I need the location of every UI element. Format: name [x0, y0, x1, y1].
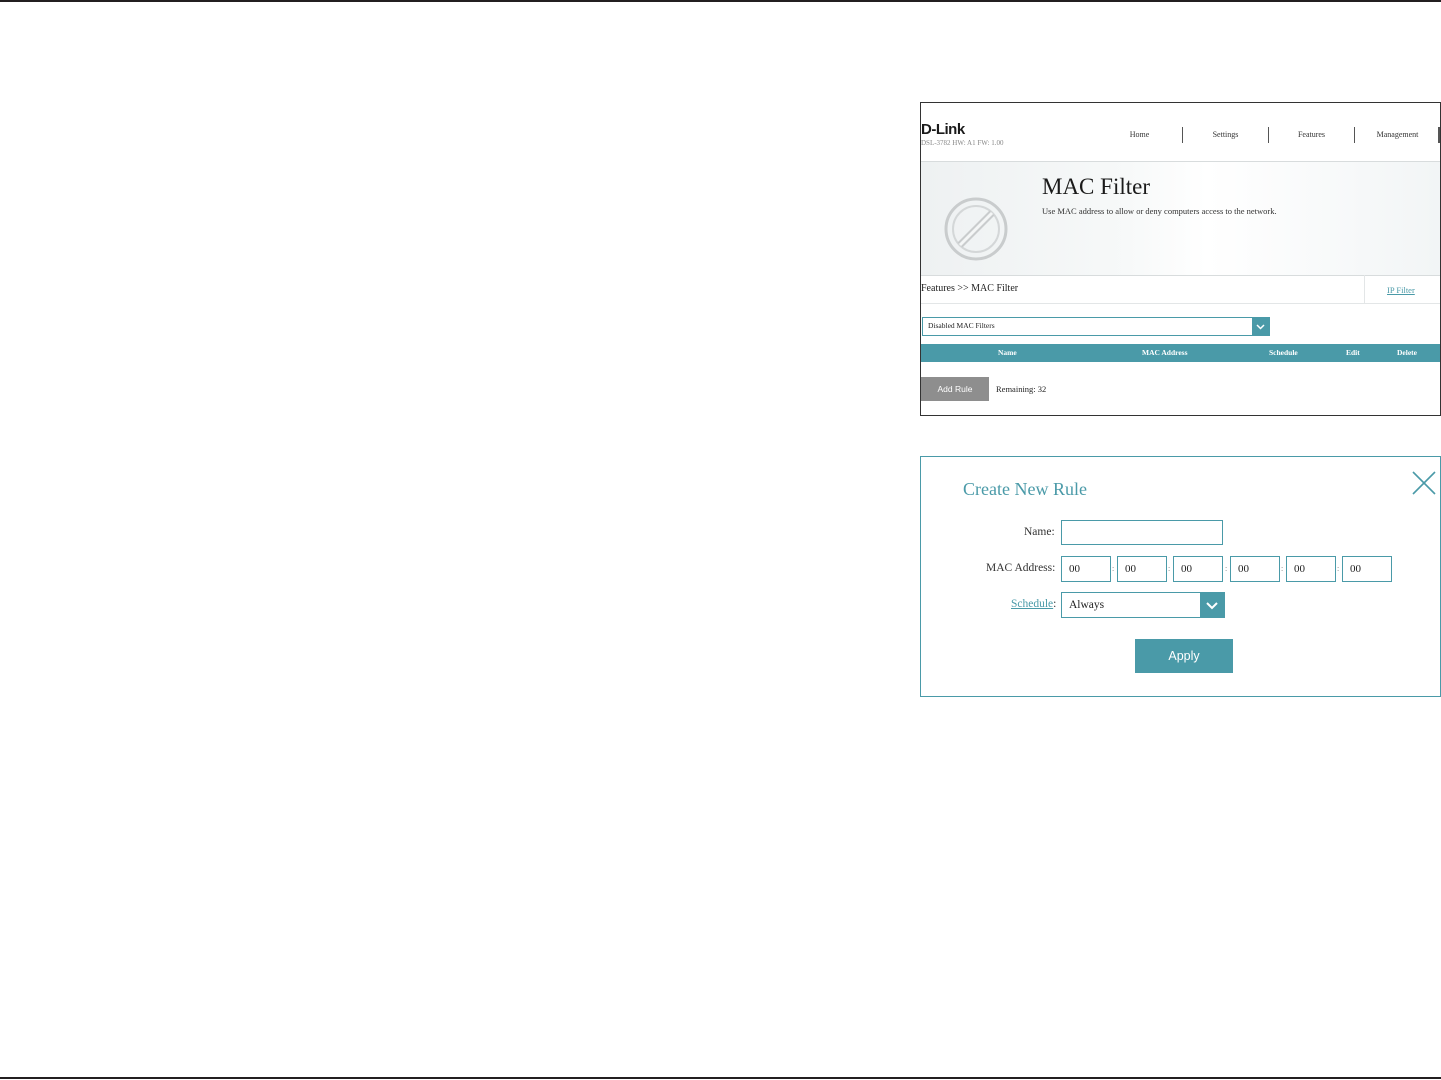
mac-filter-mode-value: Disabled MAC Filters	[928, 321, 995, 330]
mac-octet-1-value: 00	[1069, 563, 1080, 575]
schedule-label: Schedule:	[1011, 598, 1056, 610]
mac-separator: :	[1225, 564, 1228, 573]
page-bottom-rule	[0, 1077, 1441, 1079]
ip-filter-link[interactable]: IP Filter	[1387, 285, 1415, 295]
chevron-down-icon[interactable]	[1200, 593, 1224, 617]
add-rule-button[interactable]: Add Rule	[921, 377, 989, 401]
nav-settings[interactable]: Settings	[1183, 127, 1269, 143]
nav-home[interactable]: Home	[1097, 127, 1183, 143]
close-icon[interactable]	[1411, 470, 1437, 496]
top-nav: Home Settings Features Management	[1097, 127, 1440, 143]
page-description: Use MAC address to allow or deny compute…	[1042, 206, 1277, 216]
mac-octet-5-value: 00	[1294, 563, 1305, 575]
mac-filter-screenshot: D-Link DSL-3782 HW: A1 FW: 1.00 Home Set…	[920, 102, 1441, 416]
mac-octet-6-input[interactable]: 00	[1342, 556, 1392, 582]
page-title: MAC Filter	[1042, 174, 1150, 199]
mac-octet-3-input[interactable]: 00	[1173, 556, 1223, 582]
ip-filter-tab: IP Filter	[1364, 275, 1440, 303]
mac-separator: :	[1337, 564, 1340, 573]
mac-octet-4-input[interactable]: 00	[1230, 556, 1280, 582]
breadcrumb: Features >> MAC Filter	[921, 283, 1019, 294]
mac-octet-6-value: 00	[1350, 563, 1361, 575]
column-header-mac-address: MAC Address	[1142, 348, 1188, 357]
schedule-label-colon: :	[1053, 598, 1057, 610]
mac-octet-4-value: 00	[1238, 563, 1249, 575]
model-info: DSL-3782 HW: A1 FW: 1.00	[921, 139, 1004, 147]
column-header-delete: Delete	[1397, 348, 1417, 357]
mac-octet-3-value: 00	[1181, 563, 1192, 575]
mac-separator: :	[1281, 564, 1284, 573]
chevron-down-icon[interactable]	[1252, 318, 1269, 335]
dlink-logo: D-Link	[921, 121, 965, 138]
mac-address-label: MAC Address:	[986, 562, 1056, 574]
column-header-name: Name	[998, 348, 1017, 357]
column-header-edit: Edit	[1346, 348, 1360, 357]
remaining-count: Remaining: 32	[996, 384, 1047, 394]
mac-octet-2-input[interactable]: 00	[1117, 556, 1167, 582]
mac-separator: :	[1112, 564, 1115, 573]
name-label: Name:	[1024, 526, 1055, 538]
create-rule-dialog: Create New Rule Name: MAC Address: 00 : …	[920, 456, 1441, 697]
page-banner: MAC Filter Use MAC address to allow or d…	[921, 161, 1440, 276]
mac-octet-5-input[interactable]: 00	[1286, 556, 1336, 582]
mac-filter-mode-select[interactable]: Disabled MAC Filters	[922, 317, 1270, 336]
mac-octet-1-input[interactable]: 00	[1061, 556, 1111, 582]
breadcrumb-row: Features >> MAC Filter IP Filter	[921, 275, 1440, 304]
mac-separator: :	[1168, 564, 1171, 573]
column-header-schedule: Schedule	[1269, 348, 1298, 357]
schedule-value: Always	[1069, 599, 1105, 611]
page-top-rule	[0, 0, 1441, 2]
dialog-title: Create New Rule	[963, 479, 1087, 499]
nav-features[interactable]: Features	[1269, 127, 1355, 143]
apply-button[interactable]: Apply	[1135, 639, 1233, 673]
nav-management[interactable]: Management	[1355, 127, 1440, 143]
block-icon	[944, 197, 1008, 261]
rules-table-header: Name MAC Address Schedule Edit Delete	[921, 344, 1440, 362]
schedule-select[interactable]: Always	[1061, 592, 1225, 618]
mac-octet-2-value: 00	[1125, 563, 1136, 575]
schedule-link[interactable]: Schedule	[1011, 598, 1053, 610]
nav-divider	[1438, 127, 1440, 143]
name-input[interactable]	[1061, 520, 1223, 545]
